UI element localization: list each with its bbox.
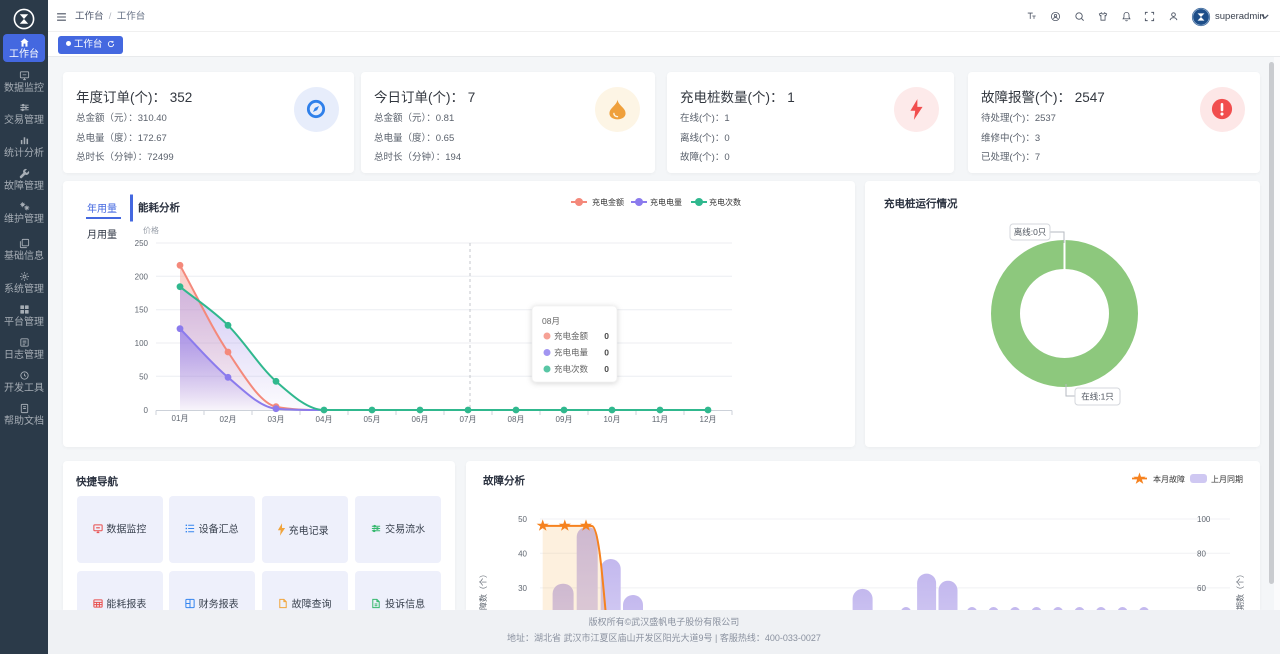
- svg-text:50: 50: [518, 515, 527, 524]
- svg-text:充电金额: 充电金额: [592, 197, 624, 207]
- svg-text:08月: 08月: [508, 415, 525, 424]
- svg-text:150: 150: [135, 306, 149, 315]
- svg-text:充电次数: 充电次数: [554, 364, 589, 374]
- svg-text:充电次数: 充电次数: [709, 197, 741, 207]
- svg-text:03月: 03月: [268, 415, 285, 424]
- svg-text:200: 200: [135, 272, 149, 281]
- svg-text:09月: 09月: [556, 415, 573, 424]
- svg-text:0: 0: [144, 406, 149, 415]
- svg-text:04月: 04月: [316, 415, 333, 424]
- svg-text:60: 60: [1197, 584, 1206, 593]
- svg-text:250: 250: [135, 239, 149, 248]
- svg-text:11月: 11月: [652, 415, 668, 424]
- svg-text:充电电量: 充电电量: [554, 348, 589, 358]
- svg-text:10月: 10月: [604, 415, 621, 424]
- svg-text:离线:0只: 离线:0只: [1014, 227, 1047, 237]
- svg-text:50: 50: [139, 372, 148, 381]
- svg-text:30: 30: [518, 584, 527, 593]
- svg-text:80: 80: [1197, 549, 1206, 558]
- svg-text:02月: 02月: [220, 415, 237, 424]
- svg-text:12月: 12月: [700, 415, 717, 424]
- svg-text:在线:1只: 在线:1只: [1081, 392, 1114, 402]
- svg-text:100: 100: [135, 339, 149, 348]
- svg-text:100: 100: [1197, 515, 1211, 524]
- svg-text:0: 0: [604, 331, 609, 341]
- svg-text:本月故障: 本月故障: [1153, 474, 1185, 484]
- svg-text:价格: 价格: [143, 225, 159, 235]
- svg-text:0: 0: [604, 348, 609, 358]
- svg-text:充电金额: 充电金额: [554, 331, 589, 341]
- svg-text:充电桩运行情况: 充电桩运行情况: [884, 197, 958, 210]
- svg-text:08月: 08月: [542, 316, 560, 326]
- svg-text:同期数（个）: 同期数（个）: [1235, 570, 1245, 610]
- svg-text:06月: 06月: [412, 415, 429, 424]
- svg-text:故障数（个）: 故障数（个）: [478, 570, 488, 610]
- svg-text:故障分析: 故障分析: [483, 474, 525, 487]
- svg-text:01月: 01月: [172, 414, 189, 423]
- svg-text:上月同期: 上月同期: [1211, 475, 1243, 484]
- svg-text:充电电量: 充电电量: [650, 197, 682, 207]
- svg-text:07月: 07月: [460, 415, 477, 424]
- svg-text:0: 0: [604, 364, 609, 374]
- svg-text:年用量: 年用量: [87, 202, 117, 215]
- svg-text:月用量: 月用量: [87, 229, 117, 241]
- svg-text:40: 40: [518, 549, 527, 558]
- svg-text:05月: 05月: [364, 415, 381, 424]
- svg-text:能耗分析: 能耗分析: [138, 201, 180, 214]
